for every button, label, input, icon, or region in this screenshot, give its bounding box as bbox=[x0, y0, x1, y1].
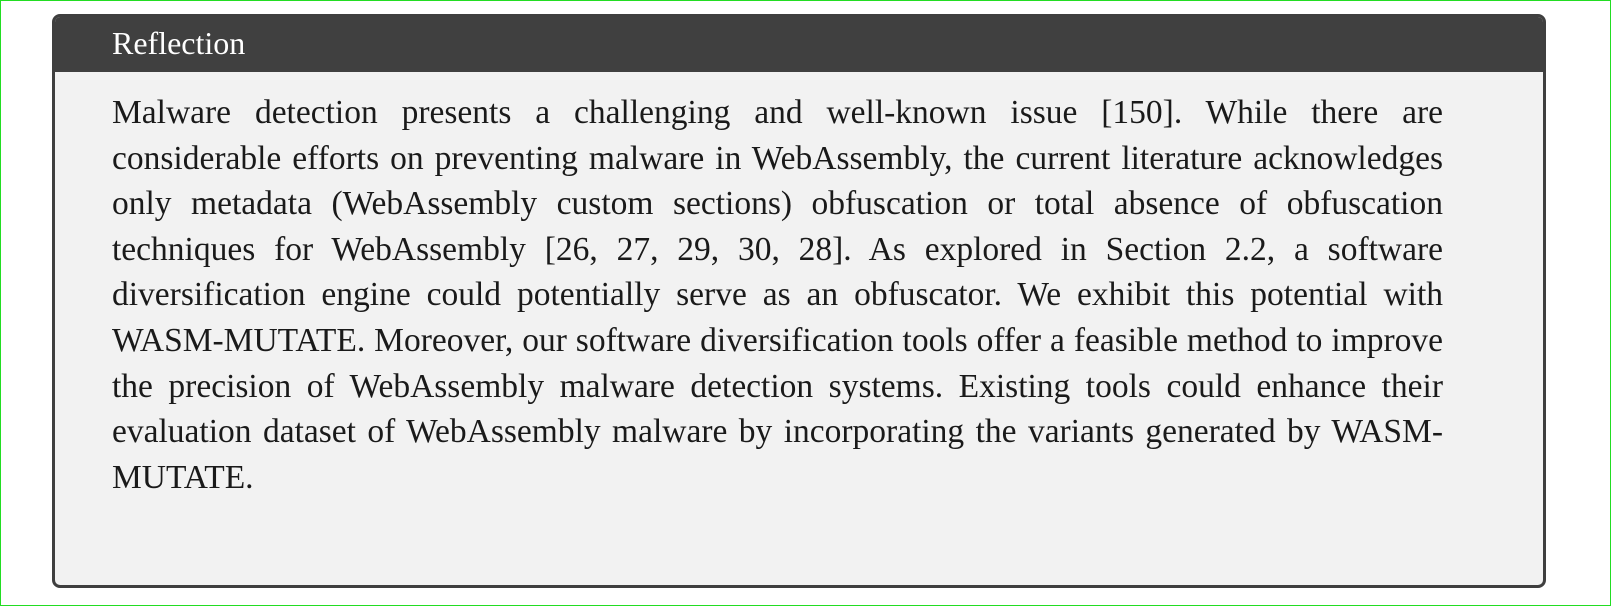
box-body: Malware detection presents a challenging… bbox=[55, 72, 1543, 500]
box-title: Reflection bbox=[55, 17, 1543, 72]
reflection-box: Reflection Malware detection presents a … bbox=[52, 14, 1546, 588]
reflection-paragraph: Malware detection presents a challenging… bbox=[112, 94, 1443, 496]
